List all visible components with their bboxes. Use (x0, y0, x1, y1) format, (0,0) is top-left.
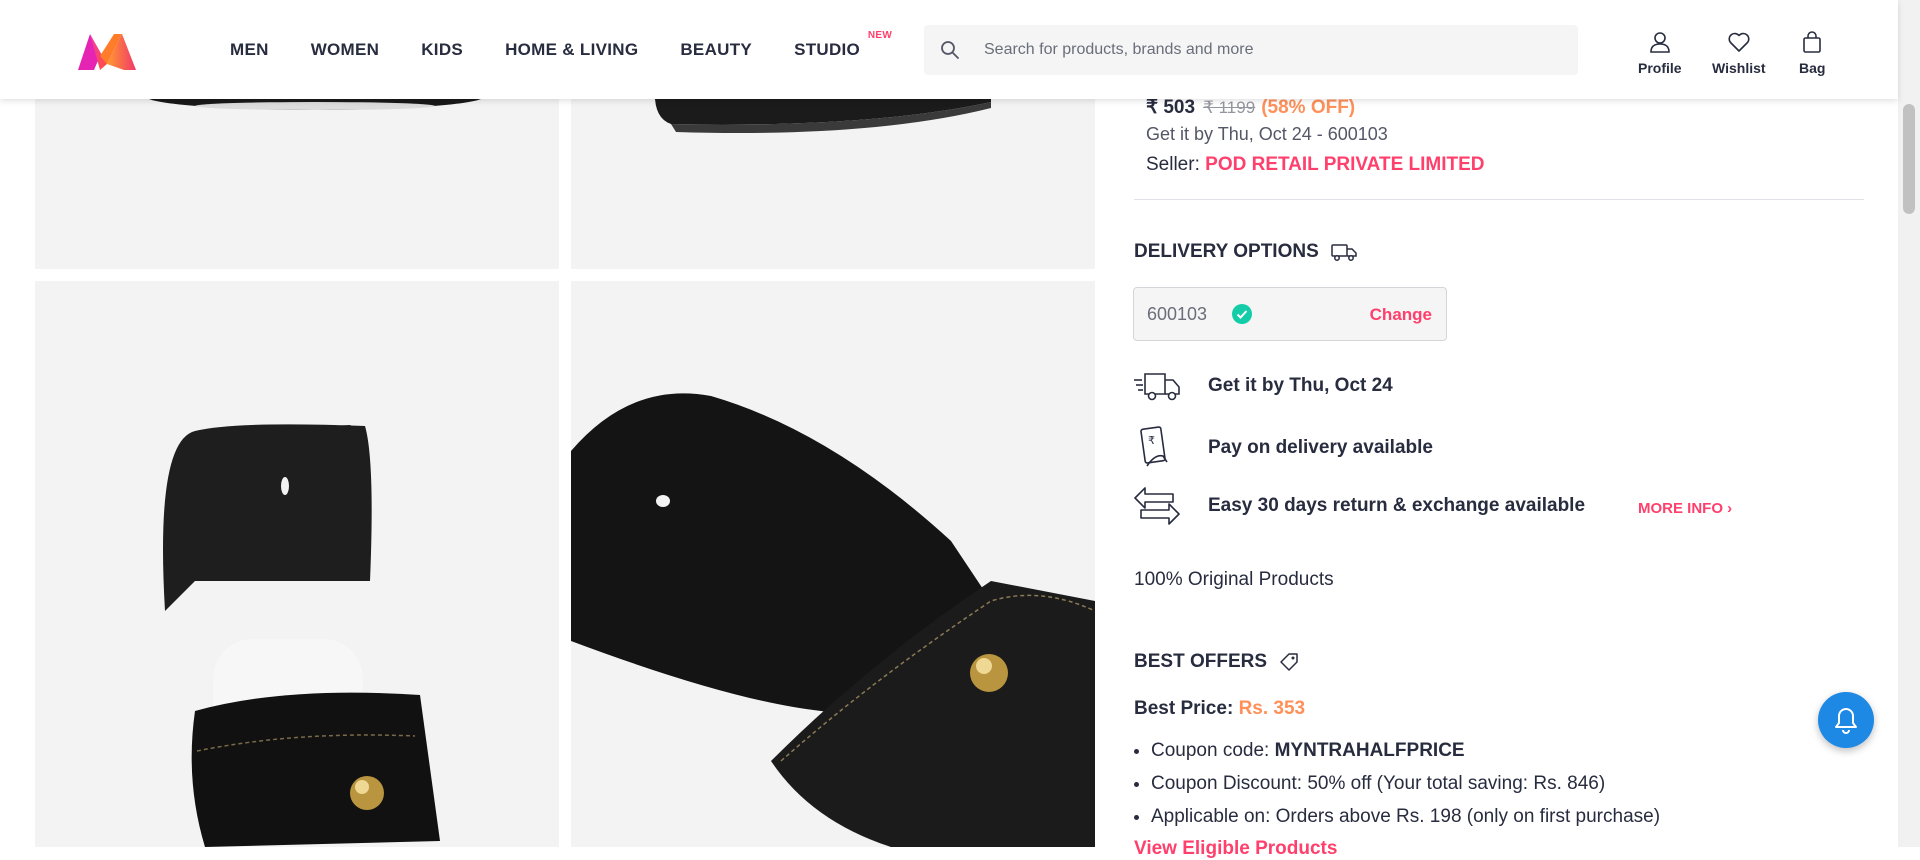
search-bar (924, 25, 1578, 75)
heart-icon (1728, 32, 1750, 52)
chevron-right-icon: › (1727, 500, 1733, 517)
nav-beauty[interactable]: BEAUTY (680, 40, 752, 60)
mrp-price: ₹ 1199 (1203, 98, 1256, 117)
check-circle-icon (1232, 304, 1252, 324)
nav-studio[interactable]: STUDIO NEW (794, 30, 892, 60)
return-exchange-row: Easy 30 days return & exchange available (1133, 486, 1585, 526)
price-line: ₹ 503 ₹ 1199 (58% OFF) (1146, 96, 1355, 119)
cash-payment-icon: ₹ (1140, 426, 1168, 467)
wishlist-button[interactable]: Wishlist (1712, 30, 1766, 76)
best-price: Best Price: Rs. 353 (1134, 698, 1305, 720)
profile-button[interactable]: Profile (1638, 30, 1682, 76)
seller-name[interactable]: POD RETAIL PRIVATE LIMITED (1205, 154, 1484, 175)
discount-label: (58% OFF) (1261, 97, 1356, 118)
product-image-4-graphic (571, 393, 1095, 847)
more-info-label: MORE INFO (1638, 500, 1723, 517)
tag-icon (1280, 653, 1298, 671)
best-price-label: Best Price: (1134, 698, 1234, 719)
search-input[interactable] (982, 40, 1546, 60)
coupon-discount-item: Coupon Discount: 50% off (Your total sav… (1151, 767, 1660, 800)
product-image-2-graphic (654, 88, 991, 133)
best-offers-title: BEST OFFERS (1134, 651, 1299, 673)
fast-delivery-icon (1134, 373, 1180, 401)
pincode-value: 600103 (1147, 304, 1208, 324)
best-price-value: Rs. 353 (1238, 698, 1306, 719)
more-info-link[interactable]: MORE INFO › (1638, 500, 1732, 517)
coupon-code: MYNTRAHALFPRICE (1274, 740, 1465, 761)
return-exchange-label: Easy 30 days return & exchange available (1208, 495, 1586, 516)
page-scrollbar[interactable] (1898, 0, 1920, 847)
bag-button[interactable]: Bag (1799, 30, 1825, 76)
seller-info: Seller: POD RETAIL PRIVATE LIMITED (1146, 154, 1485, 176)
nav-home-living[interactable]: HOME & LIVING (505, 40, 638, 60)
product-image-4[interactable] (571, 281, 1095, 847)
product-image-1[interactable] (35, 88, 559, 269)
nav-women[interactable]: WOMEN (311, 40, 380, 60)
coupon-code-label: Coupon code: (1151, 740, 1275, 761)
delivery-options-title: DELIVERY OPTIONS (1134, 241, 1357, 263)
product-image-3-graphic (163, 424, 440, 847)
original-products-note: 100% Original Products (1134, 569, 1334, 590)
nav-studio-label: STUDIO (794, 39, 861, 59)
pincode-box: 600103 Change (1133, 287, 1447, 341)
nav-men[interactable]: MEN (230, 40, 269, 60)
wishlist-label: Wishlist (1712, 60, 1766, 76)
selling-price: ₹ 503 (1146, 97, 1196, 118)
product-image-1-graphic (145, 88, 485, 110)
new-badge: NEW (867, 29, 893, 41)
svg-text:₹: ₹ (1148, 434, 1155, 447)
seller-label: Seller: (1146, 154, 1206, 175)
profile-icon (1649, 32, 1670, 53)
change-pincode-button[interactable]: Change (1370, 305, 1432, 325)
pay-on-delivery-row: ₹ Pay on delivery available (1133, 426, 1433, 470)
divider (1134, 199, 1864, 200)
view-eligible-products-link[interactable]: View Eligible Products (1134, 838, 1337, 860)
main-nav: MEN WOMEN KIDS HOME & LIVING BEAUTY STUD… (230, 0, 902, 99)
search-icon[interactable] (940, 40, 960, 60)
delivery-date-label: Get it by Thu, Oct 24 (1208, 375, 1393, 396)
pay-on-delivery-label: Pay on delivery available (1208, 437, 1433, 458)
best-offers-label: BEST OFFERS (1134, 651, 1268, 672)
bag-icon (1803, 31, 1822, 53)
delivery-date-row: Get it by Thu, Oct 24 (1133, 370, 1393, 402)
coupon-code-item: Coupon code: MYNTRAHALFPRICE (1151, 734, 1660, 767)
product-image-2[interactable] (571, 88, 1095, 269)
applicable-on-item: Applicable on: Orders above Rs. 198 (onl… (1151, 800, 1660, 833)
product-image-3[interactable] (35, 281, 559, 847)
nav-kids[interactable]: KIDS (421, 40, 463, 60)
site-header: MEN WOMEN KIDS HOME & LIVING BEAUTY STUD… (0, 0, 1898, 99)
offer-details-list: Coupon code: MYNTRAHALFPRICE Coupon Disc… (1134, 734, 1660, 833)
scrollbar-thumb[interactable] (1903, 104, 1915, 214)
truck-icon (1331, 244, 1357, 261)
exchange-arrows-icon (1134, 487, 1180, 525)
delivery-estimate: Get it by Thu, Oct 24 - 600103 (1146, 124, 1388, 144)
notification-button[interactable] (1818, 692, 1874, 748)
delivery-options-label: DELIVERY OPTIONS (1134, 241, 1319, 262)
bell-icon (1835, 708, 1857, 734)
bag-label: Bag (1799, 60, 1826, 76)
profile-label: Profile (1638, 60, 1682, 76)
myntra-logo[interactable] (76, 30, 138, 74)
